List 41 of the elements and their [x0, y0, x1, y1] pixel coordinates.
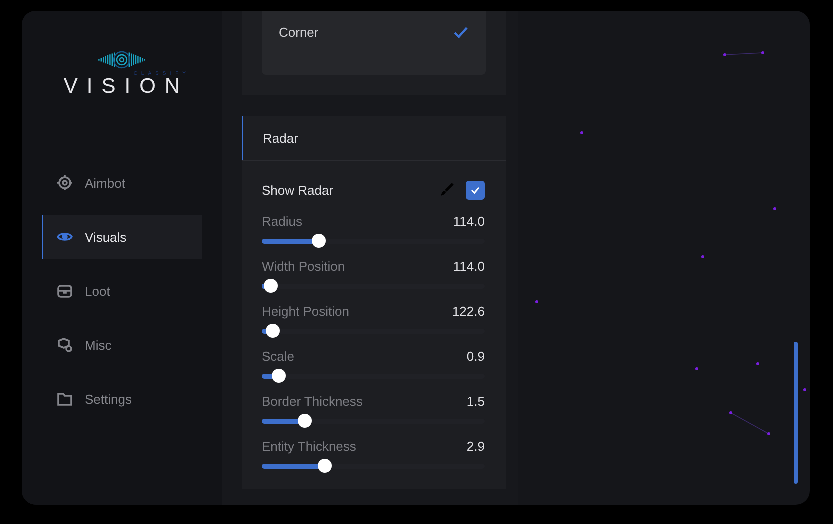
slider-value: 0.9 [466, 348, 485, 364]
slider[interactable] [262, 459, 485, 473]
slider[interactable] [262, 324, 485, 338]
slider[interactable] [262, 279, 485, 293]
toggle-label: Show Radar [262, 182, 335, 198]
slider-thumb[interactable] [264, 279, 278, 293]
slider-value: 2.9 [466, 438, 485, 454]
slider-value: 122.6 [452, 304, 485, 318]
sidebar-item[interactable]: Visuals [42, 215, 202, 259]
checkbox[interactable] [466, 180, 485, 200]
slider-label: Entity Thickness [262, 438, 356, 454]
slider-label: Border Thickness [262, 394, 363, 408]
slider[interactable] [262, 369, 485, 383]
check-icon [471, 186, 480, 194]
sidebar-item[interactable]: Loot [42, 269, 202, 313]
cube-gear-icon [57, 337, 73, 353]
target-icon [57, 175, 73, 191]
logo-wordmark: VISION [64, 77, 190, 97]
slider-thumb[interactable] [318, 459, 332, 473]
slider[interactable] [262, 234, 485, 248]
sound-wave-logo-icon [97, 50, 147, 70]
slider-value: 114.0 [453, 258, 485, 274]
slider-thumb[interactable] [312, 234, 326, 248]
sidebar-item[interactable]: Settings [42, 377, 202, 421]
slider-label: Radius [262, 214, 302, 228]
dropdown-option[interactable]: Corner [262, 25, 486, 40]
slider-thumb[interactable] [266, 324, 280, 338]
slider-thumb[interactable] [272, 369, 286, 383]
slider-value: 114.0 [453, 214, 485, 228]
folder-icon [57, 391, 73, 407]
briefcase-icon [57, 283, 73, 299]
sidebar-item[interactable]: Aimbot [42, 161, 202, 205]
panel-title: Radar [242, 116, 506, 161]
slider-value: 1.5 [466, 394, 485, 408]
slider-label: Width Position [262, 258, 346, 274]
scrollbar[interactable] [794, 342, 798, 484]
slider[interactable] [262, 414, 485, 428]
slider-thumb[interactable] [298, 414, 312, 428]
slider-label: Height Position [262, 304, 350, 318]
sidebar-item[interactable]: Misc [42, 323, 202, 367]
slider-label: Scale [262, 348, 295, 364]
